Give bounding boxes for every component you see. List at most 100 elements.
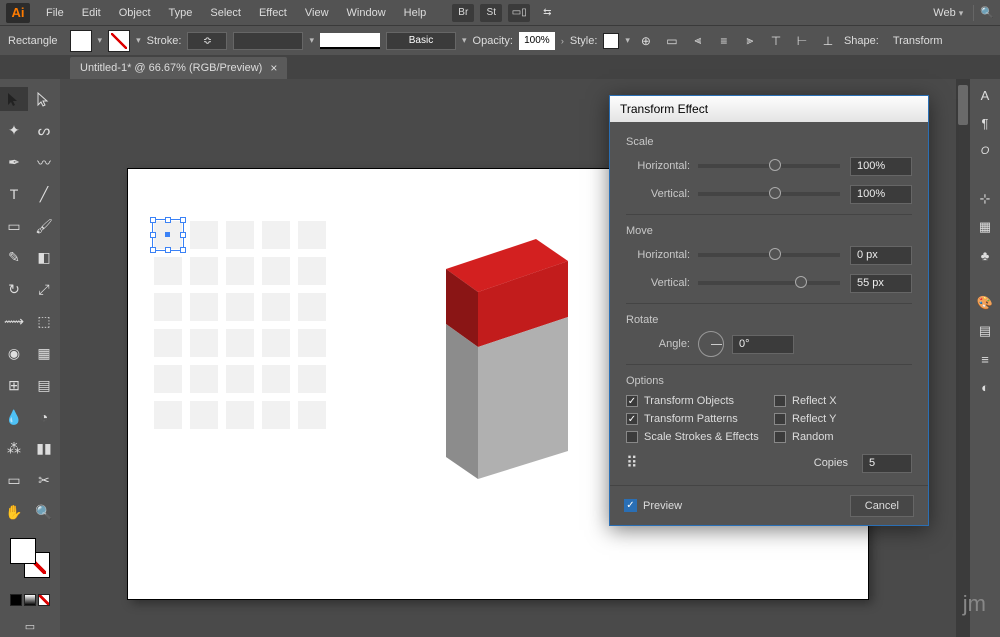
menu-help[interactable]: Help [396,4,435,22]
variable-width-profile[interactable] [233,32,303,50]
move-horizontal-input[interactable]: 0 px [850,246,912,265]
gradient-tool[interactable]: ▤ [30,373,58,397]
eraser-tool[interactable]: ◧ [30,246,58,270]
symbol-sprayer-tool[interactable]: ⁂ [0,437,28,461]
align-panel-icon[interactable]: ▦ [975,217,995,237]
type-panel-icon[interactable]: A [975,85,995,105]
transform-button[interactable]: Transform [893,35,943,47]
rotate-angle-input[interactable]: 0° [732,335,794,354]
menu-type[interactable]: Type [161,4,201,22]
rectangle-tool[interactable]: ▭ [0,214,28,238]
recolor-icon[interactable]: ⊕ [636,31,656,51]
pen-tool[interactable]: ✒ [0,151,28,175]
color-mode-icon[interactable] [10,594,22,606]
move-vertical-input[interactable]: 55 px [850,274,912,293]
type-tool[interactable]: T [0,182,28,206]
style-swatch[interactable] [603,33,619,49]
hand-tool[interactable]: ✋ [0,501,28,525]
scale-vertical-input[interactable]: 100% [850,185,912,204]
align-bottom-icon[interactable]: ⊥ [818,31,838,51]
reflect-x-checkbox[interactable]: Reflect X [774,395,912,407]
bridge-icon[interactable]: Br [452,4,474,22]
scale-horizontal-slider[interactable] [698,164,840,168]
scale-strokes-checkbox[interactable]: Scale Strokes & Effects [626,431,764,443]
search-icon[interactable]: 🔍 [980,6,994,19]
rotate-angle-dial[interactable] [698,331,724,357]
document-tab[interactable]: Untitled-1* @ 66.67% (RGB/Preview) × [70,57,287,79]
stock-icon[interactable]: St [480,4,502,22]
none-mode-icon[interactable] [38,594,50,606]
line-segment-tool[interactable]: ╱ [30,182,58,206]
paragraph-panel-icon[interactable]: ¶ [975,113,995,133]
align-left-icon[interactable]: ⫷ [688,31,708,51]
shape-button[interactable]: Shape: [844,35,879,47]
lasso-tool[interactable]: ᔕ [30,119,58,143]
swatches-panel-icon[interactable]: ▤ [975,321,995,341]
column-graph-tool[interactable]: ▮▮ [30,437,58,461]
align-top-icon[interactable]: ⊤ [766,31,786,51]
scale-tool[interactable]: ⤢ [30,278,58,302]
slice-tool[interactable]: ✂ [30,469,58,493]
blend-tool[interactable]: ◔ [30,405,58,429]
fill-stroke-swatches[interactable] [10,538,50,578]
color-panel-icon[interactable]: 🎨 [975,293,995,313]
menu-window[interactable]: Window [339,4,394,22]
menu-edit[interactable]: Edit [74,4,109,22]
curvature-tool[interactable]: 〰 [30,151,58,175]
align-hcenter-icon[interactable]: ≡ [714,31,734,51]
menu-object[interactable]: Object [111,4,159,22]
gradient-mode-icon[interactable] [24,594,36,606]
transform-panel-icon[interactable]: ⊹ [975,189,995,209]
scale-vertical-slider[interactable] [698,192,840,196]
rotate-tool[interactable]: ↻ [0,278,28,302]
artboard-tool[interactable]: ▭ [0,469,28,493]
pathfinder-panel-icon[interactable]: ♣ [975,245,995,265]
mesh-tool[interactable]: ⊞ [0,373,28,397]
selection-tool[interactable] [0,87,28,111]
reference-point-icon[interactable]: ⠿ [626,453,636,473]
menu-select[interactable]: Select [202,4,249,22]
width-tool[interactable]: ⟿ [0,310,28,334]
eyedropper-tool[interactable]: 💧 [0,405,28,429]
direct-selection-tool[interactable] [30,87,58,111]
move-vertical-slider[interactable] [698,281,840,285]
fill-swatch[interactable] [70,30,92,52]
paintbrush-tool[interactable]: 🖌 [30,214,58,238]
magic-wand-tool[interactable]: ✦ [0,119,28,143]
screen-mode-icon[interactable]: ▭ [0,620,60,633]
menu-view[interactable]: View [297,4,337,22]
free-transform-tool[interactable]: ⬚ [30,310,58,334]
dialog-titlebar[interactable]: Transform Effect [610,96,928,122]
random-checkbox[interactable]: Random [774,431,912,443]
align-panel-icon[interactable]: ▭ [662,31,682,51]
menu-file[interactable]: File [38,4,72,22]
vertical-scrollbar[interactable] [956,79,970,637]
copies-input[interactable]: 5 [862,454,912,473]
opacity-input[interactable]: 100% [519,32,555,50]
scale-horizontal-input[interactable]: 100% [850,157,912,176]
perspective-grid-tool[interactable]: ▦ [30,341,58,365]
transparency-panel-icon[interactable]: ◐ [975,377,995,397]
move-horizontal-slider[interactable] [698,253,840,257]
preview-checkbox[interactable]: ✓Preview [624,499,682,512]
stroke-weight-input[interactable]: ≎ [187,32,227,50]
opentype-panel-icon[interactable]: O [975,141,995,161]
workspace-switcher[interactable]: Web ▾ [929,5,967,21]
zoom-tool[interactable]: 🔍 [30,501,58,525]
transform-patterns-checkbox[interactable]: Transform Patterns [626,413,764,425]
menu-effect[interactable]: Effect [251,4,295,22]
cancel-button[interactable]: Cancel [850,495,914,517]
shaper-tool[interactable]: ✎ [0,246,28,270]
stroke-panel-icon[interactable]: ≡ [975,349,995,369]
align-vcenter-icon[interactable]: ⊢ [792,31,812,51]
selection-bounding-box[interactable] [152,219,184,251]
transform-objects-checkbox[interactable]: Transform Objects [626,395,764,407]
shape-builder-tool[interactable]: ◉ [0,341,28,365]
reflect-y-checkbox[interactable]: Reflect Y [774,413,912,425]
sync-icon[interactable]: ⇆ [536,4,558,22]
stroke-swatch[interactable] [108,30,130,52]
align-right-icon[interactable]: ⫸ [740,31,760,51]
close-tab-icon[interactable]: × [270,61,277,75]
arrange-icon[interactable]: ▭▯ [508,4,530,22]
brush-definition[interactable]: Basic [386,32,456,50]
